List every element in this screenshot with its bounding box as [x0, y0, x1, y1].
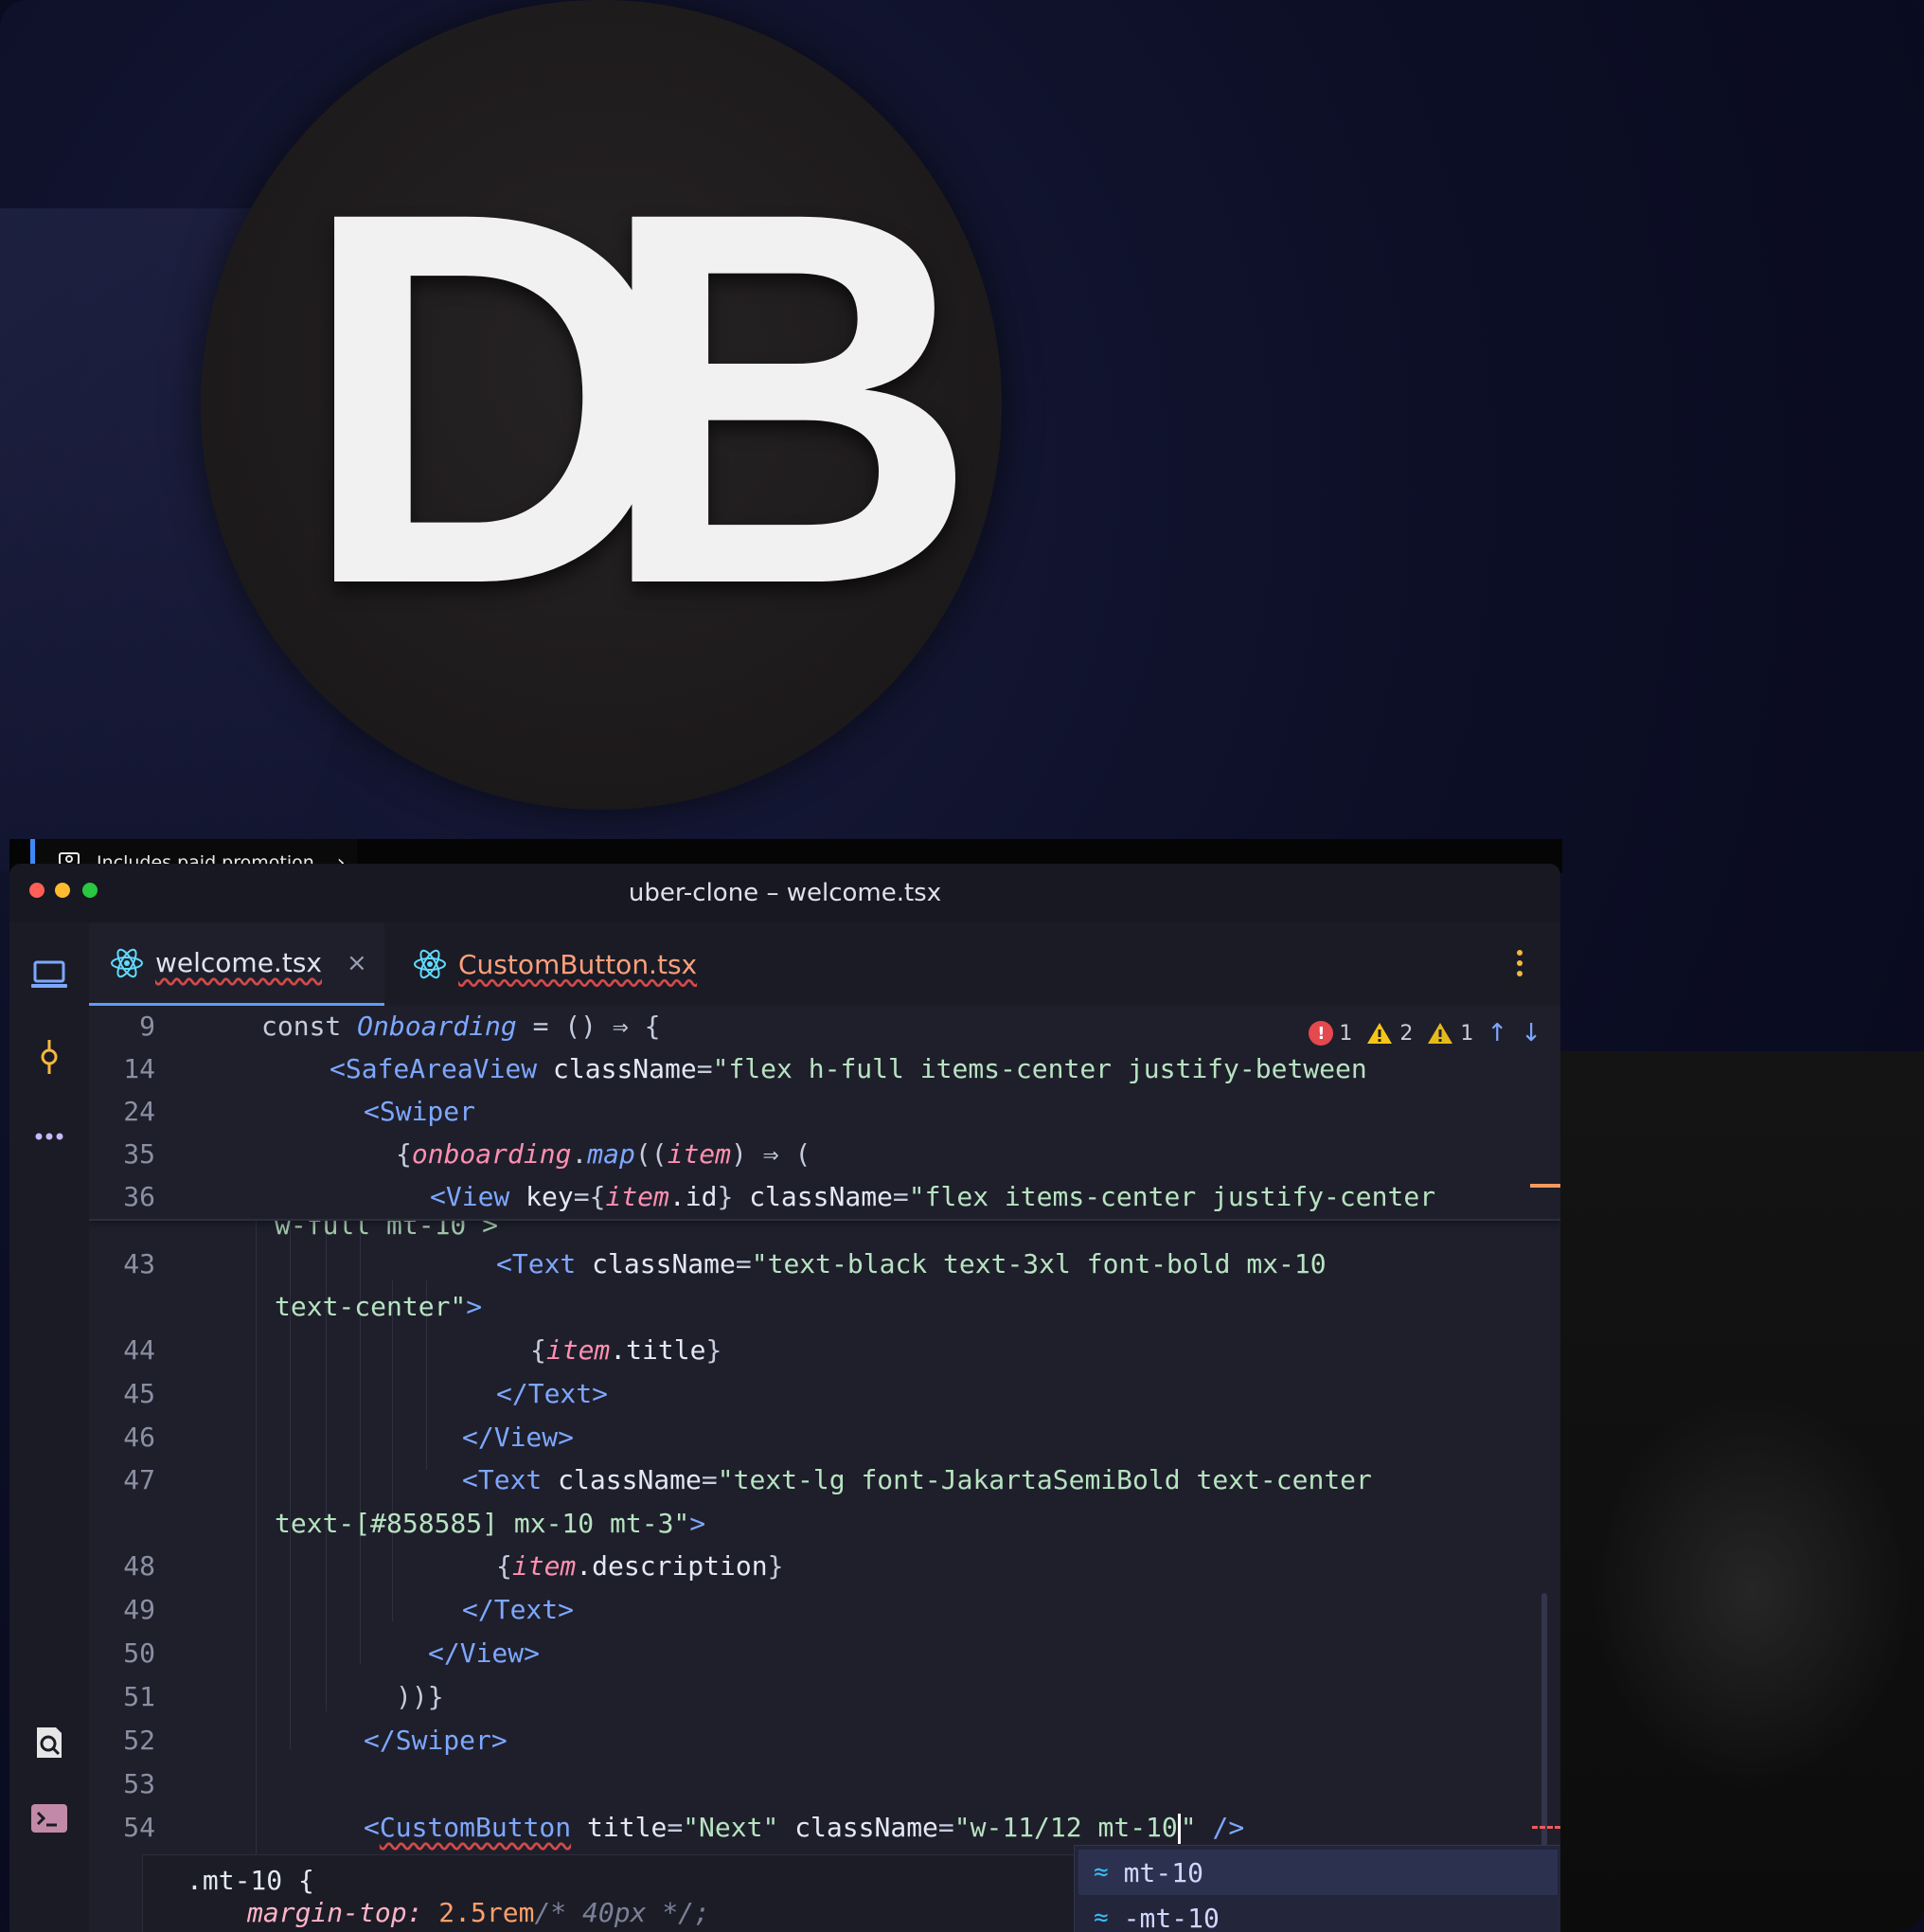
sticky-line-35: 35 {onboarding.map((item) ⇒ ( [123, 1138, 811, 1170]
editor-scrollbar[interactable] [1541, 1593, 1547, 1849]
zoom-window-button[interactable] [82, 883, 98, 898]
weak-warning-count[interactable]: 1 [1426, 1021, 1473, 1046]
tab-label: welcome.tsx [155, 947, 322, 978]
previous-problem-icon[interactable]: ↑ [1487, 1019, 1507, 1047]
react-icon [413, 947, 447, 981]
autocomplete-item[interactable]: ≈ mt-10 [1094, 1853, 1203, 1891]
code-line-53: 53 [123, 1768, 155, 1799]
close-tab-icon[interactable]: × [347, 949, 367, 977]
activity-bar [9, 922, 89, 1932]
channel-logo-text: DB [298, 101, 980, 694]
autocomplete-popup: ≈ mt-10 ≈ -mt-10 [1074, 1845, 1560, 1932]
tab-custombutton-tsx[interactable]: CustomButton.tsx [392, 922, 704, 1006]
code-editor[interactable]: ! 1 2 1 ↑ ↓ 9 const Onboarding = () ⇒ { 14… [89, 1006, 1560, 1932]
terminal-icon[interactable] [27, 1796, 72, 1841]
tailwind-icon: ≈ [1094, 1904, 1109, 1932]
next-problem-icon[interactable]: ↓ [1521, 1019, 1541, 1047]
problems-widget[interactable]: ! 1 2 1 ↑ ↓ [1309, 1019, 1541, 1047]
warning-count[interactable]: 2 [1365, 1021, 1413, 1046]
code-line-51: 51))} [123, 1681, 444, 1712]
change-marker [1530, 1184, 1560, 1188]
search-file-icon[interactable] [27, 1720, 72, 1765]
editor-tabs: welcome.tsx × CustomButton.tsx [89, 922, 1560, 1006]
code-line-47-wrap: text-[#858585] mx-10 mt-3"> [275, 1508, 706, 1539]
minimize-window-button[interactable] [55, 883, 70, 898]
warning-icon [1367, 1023, 1393, 1044]
sticky-scroll-header: ! 1 2 1 ↑ ↓ 9 const Onboarding = () ⇒ { 14… [89, 1006, 1560, 1221]
code-line-49: 49 </Text> [123, 1594, 575, 1625]
code-line-46: 46 </View> [123, 1422, 575, 1453]
sticky-line-14: 14 <SafeAreaView className="flex h-full i… [123, 1053, 1367, 1084]
title-bar: uber-clone – welcome.tsx [9, 864, 1560, 922]
tab-welcome-tsx[interactable]: welcome.tsx × [89, 922, 384, 1006]
close-window-button[interactable] [29, 883, 45, 898]
more-icon[interactable] [27, 1114, 72, 1159]
laptop-icon[interactable] [27, 953, 72, 998]
tailwind-icon: ≈ [1094, 1858, 1109, 1887]
git-commit-icon[interactable] [27, 1034, 72, 1080]
code-line-45: 45 </Text> [123, 1378, 609, 1409]
window-title: uber-clone – welcome.tsx [628, 879, 942, 907]
react-icon [110, 946, 144, 980]
code-line-50: 50 </View> [123, 1637, 541, 1669]
tab-options-icon[interactable] [1515, 949, 1524, 977]
autocomplete-item[interactable]: ≈ -mt-10 [1094, 1899, 1220, 1932]
code-line-48: 48 {item.description} [123, 1550, 784, 1582]
code-line-43-wrap: text-center"> [275, 1291, 483, 1322]
css-preview-tooltip: .mt-10 { margin-top: 2.5rem/* 40px */; [142, 1854, 1091, 1932]
error-count[interactable]: ! 1 [1309, 1021, 1352, 1046]
code-line-43: 43 <Text className="text-black text-3xl f… [123, 1248, 1327, 1279]
sticky-line-24: 24 <Swiper [123, 1096, 476, 1127]
sticky-line-36: 36 <View key={item.id} className="flex it… [123, 1181, 1436, 1212]
error-marker [1532, 1826, 1560, 1833]
code-line-54: 54 <CustomButton title="Next" className="… [123, 1812, 1245, 1844]
code-line-44: 44 {item.title} [123, 1334, 722, 1366]
code-line-52: 52 </Swiper> [123, 1725, 508, 1756]
code-line-47: 47 <Text className="text-lg font-JakartaS… [123, 1464, 1372, 1495]
tab-label: CustomButton.tsx [458, 948, 698, 980]
weak-warning-icon [1428, 1023, 1453, 1044]
ide-window: uber-clone – welcome.tsx welcome.tsx × C… [9, 864, 1560, 1932]
presenter-area [1553, 1051, 1924, 1932]
error-icon: ! [1309, 1021, 1334, 1046]
